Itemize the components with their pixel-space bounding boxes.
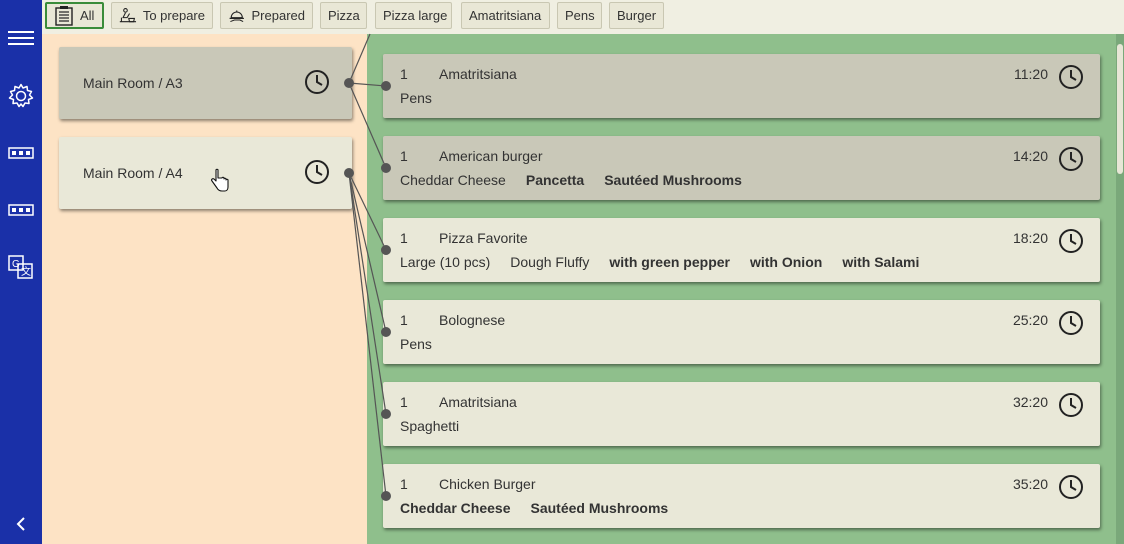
- svg-text:文: 文: [21, 265, 31, 278]
- order-timer: 32:20: [1012, 394, 1048, 410]
- filter-label: Burger: [617, 8, 657, 23]
- chevron-left-icon: [16, 517, 25, 531]
- scrollbar-thumb[interactable]: [1117, 44, 1123, 174]
- menu-button[interactable]: [0, 18, 42, 58]
- collapse-sidebar-button[interactable]: [0, 504, 42, 544]
- modifiers-list: Cheddar Cheese Pancetta Sautéed Mushrooms: [400, 172, 742, 188]
- ticket-icon: [8, 204, 34, 216]
- modifiers-list: Pens: [400, 336, 432, 352]
- menu-icon: [8, 31, 34, 45]
- modifier: Sautéed Mushrooms: [604, 172, 742, 188]
- modifier: Pancetta: [525, 172, 585, 188]
- table-label: Main Room / A4: [83, 165, 183, 181]
- modifier: Cheddar Cheese: [400, 172, 506, 188]
- filter-label: All: [80, 8, 95, 23]
- filter-label: Pens: [565, 8, 595, 23]
- filter-all-button[interactable]: All: [45, 2, 104, 29]
- modifier: Pens: [400, 336, 432, 352]
- modifier: with Salami: [842, 254, 920, 270]
- filter-label: Pizza: [328, 8, 360, 23]
- order-card[interactable]: 1 Amatritsiana 32:20 Spaghetti: [383, 382, 1100, 446]
- table-card[interactable]: Main Room / A4: [59, 137, 352, 209]
- settings-icon: [8, 83, 34, 108]
- filter-bar: All To prepare Prepared Pizza Pizza larg…: [42, 0, 1124, 34]
- modifier: with green pepper: [609, 254, 730, 270]
- filter-pizza-large-button[interactable]: Pizza large: [375, 2, 452, 29]
- clock-icon[interactable]: [304, 69, 330, 95]
- served-dish-icon: [229, 9, 244, 22]
- clock-icon[interactable]: [1058, 310, 1084, 336]
- order-card[interactable]: 1 Amatritsiana 11:20 Pens: [383, 54, 1100, 118]
- dish-name: Pizza Favorite: [439, 230, 528, 246]
- order-quantity: 1: [400, 476, 408, 492]
- filter-label: Pizza large: [383, 8, 448, 23]
- table-label: Main Room / A3: [83, 75, 183, 91]
- order-quantity: 1: [400, 66, 408, 82]
- clock-icon[interactable]: [1058, 474, 1084, 500]
- filter-pens-button[interactable]: Pens: [557, 2, 602, 29]
- order-timer: 35:20: [1012, 476, 1048, 492]
- sidebar: G文: [0, 0, 42, 544]
- filter-amatritsiana-button[interactable]: Amatritsiana: [461, 2, 550, 29]
- modifier: Dough Fluffy: [510, 254, 590, 270]
- dish-name: Amatritsiana: [439, 66, 517, 82]
- order-quantity: 1: [400, 148, 408, 164]
- order-timer: 14:20: [1012, 148, 1048, 164]
- modifiers-list: Spaghetti: [400, 418, 459, 434]
- clock-icon[interactable]: [1058, 64, 1084, 90]
- tickets-button-2[interactable]: [0, 190, 42, 230]
- order-quantity: 1: [400, 230, 408, 246]
- table-card[interactable]: Main Room / A3: [59, 47, 352, 119]
- list-icon: [55, 5, 73, 26]
- clock-icon[interactable]: [1058, 392, 1084, 418]
- cook-icon: [119, 7, 137, 22]
- order-quantity: 1: [400, 394, 408, 410]
- hand-cursor-icon: [211, 168, 229, 192]
- filter-prepared-button[interactable]: Prepared: [220, 2, 313, 29]
- modifier: Large (10 pcs): [400, 254, 491, 270]
- order-card[interactable]: 1 Pizza Favorite 18:20 Large (10 pcs) Dough …: [383, 218, 1100, 282]
- order-card[interactable]: 1 Bolognese 25:20 Pens: [383, 300, 1100, 364]
- dish-name: Chicken Burger: [439, 476, 536, 492]
- modifier: Sautéed Mushrooms: [530, 500, 669, 516]
- modifiers-list: Cheddar Cheese Sautéed Mushrooms: [400, 500, 668, 516]
- modifier: Spaghetti: [400, 418, 460, 434]
- tickets-button[interactable]: [0, 133, 42, 173]
- order-timer: 18:20: [1012, 230, 1048, 246]
- filter-pizza-button[interactable]: Pizza: [320, 2, 367, 29]
- dish-name: Bolognese: [439, 312, 506, 328]
- order-card[interactable]: 1 Chicken Burger 35:20 Cheddar Cheese Sautée…: [383, 464, 1100, 528]
- translate-button[interactable]: G文: [0, 247, 42, 287]
- clock-icon[interactable]: [1058, 146, 1084, 172]
- modifier: Cheddar Cheese: [400, 500, 511, 516]
- modifier: with Onion: [749, 254, 823, 270]
- filter-label: To prepare: [142, 8, 205, 23]
- modifier: Pens: [400, 90, 432, 106]
- filter-label: Amatritsiana: [469, 8, 542, 23]
- dish-name: American burger: [439, 148, 543, 164]
- translate-icon: G文: [8, 255, 33, 279]
- order-quantity: 1: [400, 312, 408, 328]
- modifiers-list: Large (10 pcs) Dough Fluffy with green pep…: [400, 254, 919, 270]
- clock-icon[interactable]: [1058, 228, 1084, 254]
- order-card[interactable]: 1 American burger 14:20 Cheddar Cheese Pance…: [383, 136, 1100, 200]
- filter-burger-button[interactable]: Burger: [609, 2, 664, 29]
- filter-to-prepare-button[interactable]: To prepare: [111, 2, 213, 29]
- svg-text:G: G: [12, 259, 20, 270]
- clock-icon[interactable]: [304, 159, 330, 185]
- order-timer: 11:20: [1014, 66, 1048, 82]
- ticket-icon: [8, 147, 34, 159]
- order-timer: 25:20: [1012, 312, 1048, 328]
- settings-button[interactable]: [0, 76, 42, 116]
- filter-label: Prepared: [251, 8, 305, 23]
- modifiers-list: Pens: [400, 90, 432, 106]
- dish-name: Amatritsiana: [439, 394, 517, 410]
